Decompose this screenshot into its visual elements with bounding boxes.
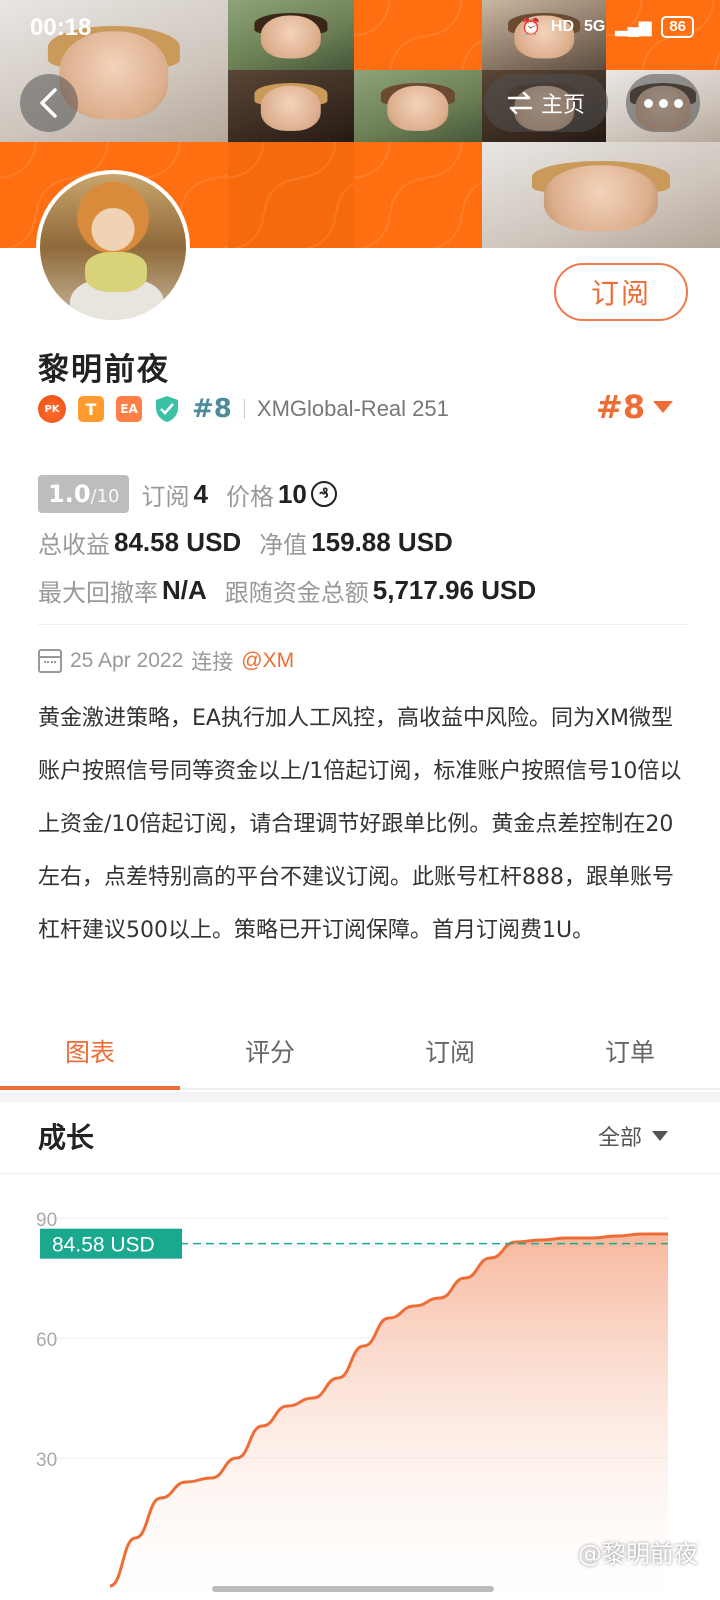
switch-icon xyxy=(507,92,533,114)
equity-label: 净值 xyxy=(259,530,308,559)
triangle-down-icon xyxy=(652,1131,668,1141)
total-profit-value: 84.58 USD xyxy=(114,526,242,557)
y-tick-label: 90 xyxy=(36,1210,57,1231)
subscribe-count-label: 订阅 xyxy=(141,482,190,511)
back-button[interactable] xyxy=(20,74,78,132)
ea-badge-icon[interactable]: EA xyxy=(116,396,142,422)
since-date: 25 Apr 2022 xyxy=(70,649,184,672)
banner-photo-8 xyxy=(482,142,720,248)
server-name: XMGlobal-Real 251 xyxy=(256,396,449,421)
tab-orders[interactable]: 订单 xyxy=(540,1022,720,1088)
rank-small: #8 xyxy=(192,394,232,424)
max-drawdown-value: N/A xyxy=(162,574,207,605)
status-time: 00:18 xyxy=(30,14,92,41)
score-badge: 1.0 /10 xyxy=(38,475,130,513)
chevron-left-icon xyxy=(40,88,57,118)
avatar[interactable] xyxy=(36,170,190,324)
strategy-description: 黄金激进策略，EA执行加人工风控，高收益中风险。同为XM微型账户按照信号同等资金… xyxy=(38,706,682,943)
score-max: /10 xyxy=(90,486,120,507)
more-dot-icon xyxy=(643,98,653,108)
tab-subscribe[interactable]: 订阅 xyxy=(360,1022,540,1088)
banner-photo-5 xyxy=(354,70,482,142)
score-value: 1.0 xyxy=(48,480,91,508)
banner-orange-tile xyxy=(228,142,354,248)
max-drawdown-label: 最大回撤率 xyxy=(38,578,158,607)
y-tick-label: 60 xyxy=(36,1330,57,1351)
rank-dropdown[interactable]: #8 xyxy=(596,388,674,426)
stat-row-profit: 总收益 84.58 USD 净值 159.88 USD xyxy=(38,518,688,566)
y-tick-label: 30 xyxy=(36,1450,57,1471)
signal-icon: ▂▄▆ xyxy=(615,19,652,36)
pk-badge-icon[interactable]: PK xyxy=(38,395,66,423)
follow-total-label: 跟随资金总额 xyxy=(224,578,369,607)
hd-icon: HD xyxy=(550,18,575,35)
calendar-icon xyxy=(38,649,62,673)
section-gap xyxy=(0,1092,720,1102)
home-label: 主页 xyxy=(540,93,585,118)
stats-panel: 1.0 /10 订阅 4 价格 10 ₰ 总收益 84.58 USD 净值 15… xyxy=(38,470,688,614)
home-indicator[interactable] xyxy=(212,1586,494,1592)
battery-icon: 86 xyxy=(661,16,694,38)
badge-row: PK T EA #8 XMGlobal-Real 251 xyxy=(38,392,449,426)
since-row: 25 Apr 2022 连接 @XM xyxy=(38,646,294,676)
growth-title: 成长 xyxy=(38,1121,95,1154)
stat-row-drawdown: 最大回撤率 N/A 跟随资金总额 5,717.96 USD xyxy=(38,566,688,614)
divider xyxy=(38,624,688,625)
total-profit-label: 总收益 xyxy=(38,530,110,559)
divider xyxy=(243,399,245,419)
follow-total-value: 5,717.96 USD xyxy=(372,574,537,605)
profile-name: 黎明前夜 xyxy=(38,352,170,388)
watermark: @黎明前夜 xyxy=(578,1540,698,1568)
broker-link[interactable]: @XM xyxy=(241,649,294,673)
range-label: 全部 xyxy=(597,1126,642,1151)
connect-label: 连接 xyxy=(191,651,234,674)
price-value: 10 xyxy=(277,478,307,509)
rank-big: #8 xyxy=(596,388,646,426)
price-label: 价格 xyxy=(225,482,274,511)
stat-row-score: 1.0 /10 订阅 4 价格 10 ₰ xyxy=(38,470,688,518)
status-bar: 00:18 ⏰ HD 5G ▂▄▆ 86 xyxy=(0,0,720,58)
t-badge-icon[interactable]: T xyxy=(78,396,104,422)
coin-icon: ₰ xyxy=(310,481,337,507)
status-icons: ⏰ HD 5G ▂▄▆ 86 xyxy=(521,16,694,38)
banner-photo-4 xyxy=(228,70,354,142)
more-dot-icon xyxy=(658,98,668,108)
shield-check-icon[interactable] xyxy=(154,395,180,423)
subscribe-button[interactable]: 订阅 xyxy=(554,263,688,321)
tab-bar: 图表 评分 订阅 订单 xyxy=(0,1022,720,1090)
range-select[interactable]: 全部 xyxy=(598,1120,668,1152)
tab-chart[interactable]: 图表 xyxy=(0,1022,180,1090)
equity-value: 159.88 USD xyxy=(311,526,453,557)
more-options-button[interactable] xyxy=(626,74,700,132)
subscribe-count-value: 4 xyxy=(193,478,208,509)
triangle-down-icon xyxy=(653,401,674,413)
tab-rating[interactable]: 评分 xyxy=(180,1022,360,1088)
more-dot-icon xyxy=(673,98,683,108)
alarm-icon: ⏰ xyxy=(520,19,541,36)
growth-header: 成长 全部 xyxy=(0,1102,720,1174)
current-value-label: 84.58 USD xyxy=(52,1234,155,1257)
banner-orange-tile xyxy=(354,142,482,248)
home-button[interactable]: 主页 xyxy=(484,74,608,132)
network-icon: 5G xyxy=(584,18,606,35)
